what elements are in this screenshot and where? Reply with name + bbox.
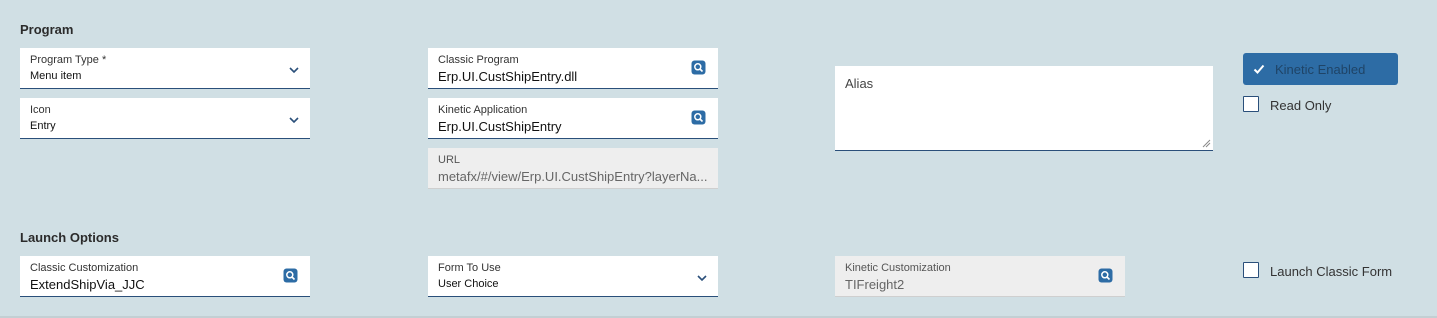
- classic-program-field[interactable]: Classic Program Erp.UI.CustShipEntry.dll: [428, 48, 718, 89]
- kinetic-enabled-label: Kinetic Enabled: [1275, 62, 1366, 77]
- checkmark-icon: [1253, 64, 1265, 74]
- url-label: URL: [438, 154, 461, 166]
- read-only-checkbox[interactable]: [1243, 96, 1259, 112]
- classic-customization-label: Classic Customization: [30, 262, 139, 274]
- chevron-down-icon: [289, 67, 299, 74]
- kinetic-customization-label: Kinetic Customization: [845, 262, 951, 274]
- kinetic-application-value: Erp.UI.CustShipEntry: [438, 119, 562, 134]
- form-to-use-value: User Choice: [438, 278, 499, 290]
- kinetic-customization-value: TIFreight2: [845, 277, 905, 292]
- search-icon[interactable]: [1098, 268, 1113, 283]
- icon-dropdown[interactable]: Icon Entry: [20, 98, 310, 139]
- chevron-down-icon: [289, 117, 299, 124]
- classic-customization-field[interactable]: Classic Customization ExtendShipVia_JJC: [20, 256, 310, 297]
- icon-value: Entry: [30, 120, 56, 132]
- search-icon[interactable]: [691, 60, 706, 75]
- program-type-label: Program Type *: [30, 54, 107, 66]
- program-type-dropdown[interactable]: Program Type * Menu item: [20, 48, 310, 89]
- kinetic-customization-field[interactable]: Kinetic Customization TIFreight2: [835, 256, 1125, 297]
- program-section-title: Program: [20, 22, 74, 37]
- resize-grip-icon[interactable]: [1202, 139, 1211, 148]
- icon-label: Icon: [30, 104, 51, 116]
- url-value: metafx/#/view/Erp.UI.CustShipEntry?layer…: [438, 169, 708, 184]
- program-type-value: Menu item: [30, 70, 82, 82]
- classic-program-label: Classic Program: [438, 54, 519, 66]
- search-icon[interactable]: [691, 110, 706, 125]
- classic-customization-value: ExtendShipVia_JJC: [30, 277, 145, 292]
- kinetic-enabled-toggle[interactable]: Kinetic Enabled: [1243, 53, 1398, 85]
- kinetic-application-label: Kinetic Application: [438, 104, 528, 116]
- alias-placeholder: Alias: [845, 76, 874, 91]
- launch-classic-form-checkbox[interactable]: [1243, 262, 1259, 278]
- search-icon[interactable]: [283, 268, 298, 283]
- url-field: URL metafx/#/view/Erp.UI.CustShipEntry?l…: [428, 148, 718, 189]
- alias-textarea[interactable]: Alias: [835, 66, 1213, 151]
- classic-program-value: Erp.UI.CustShipEntry.dll: [438, 69, 578, 84]
- form-to-use-label: Form To Use: [438, 262, 501, 274]
- chevron-down-icon: [697, 275, 707, 282]
- read-only-label: Read Only: [1270, 98, 1332, 113]
- form-to-use-dropdown[interactable]: Form To Use User Choice: [428, 256, 718, 297]
- launch-classic-form-label: Launch Classic Form: [1270, 264, 1393, 279]
- launch-options-section-title: Launch Options: [20, 230, 119, 245]
- kinetic-application-field[interactable]: Kinetic Application Erp.UI.CustShipEntry: [428, 98, 718, 139]
